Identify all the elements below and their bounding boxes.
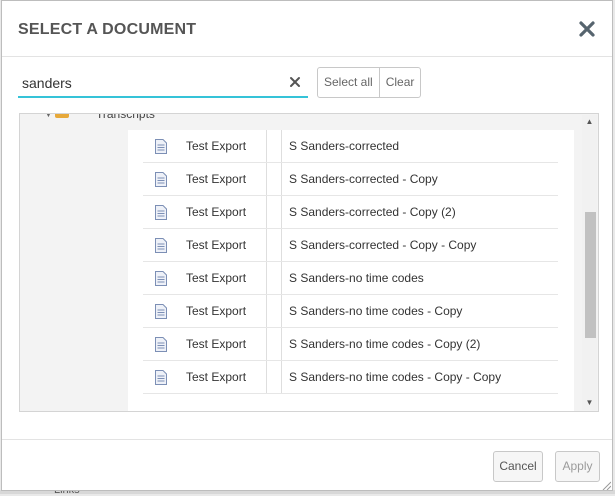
document-name: S Sanders-corrected - Copy	[289, 172, 438, 186]
column-divider	[281, 361, 282, 393]
dialog-title: SELECT A DOCUMENT	[18, 21, 197, 38]
tree-folder-label: Transcripts	[96, 113, 155, 121]
column-divider	[266, 361, 267, 393]
folder-icon	[55, 114, 69, 118]
selection-button-group: Select all Clear	[317, 67, 422, 98]
document-folder: Test Export	[186, 238, 247, 252]
document-icon	[155, 337, 167, 352]
column-divider	[281, 295, 282, 327]
column-divider	[266, 295, 267, 327]
column-divider	[266, 196, 267, 228]
document-list: Test Export S Sanders-corrected Test Expor…	[128, 130, 574, 411]
document-icon	[155, 139, 167, 154]
document-tree: ▼ Transcripts Test Export S Sanders-corre…	[19, 113, 599, 412]
document-icon	[155, 304, 167, 319]
column-divider	[266, 163, 267, 195]
resize-grip-icon[interactable]	[601, 480, 611, 490]
select-all-button[interactable]: Select all	[318, 68, 379, 97]
document-folder: Test Export	[186, 370, 247, 384]
document-folder: Test Export	[186, 205, 247, 219]
document-icon	[155, 370, 167, 385]
close-icon[interactable]	[576, 18, 598, 40]
document-folder: Test Export	[186, 304, 247, 318]
document-name: S Sanders-corrected - Copy (2)	[289, 205, 456, 219]
column-divider	[266, 229, 267, 261]
column-divider	[266, 328, 267, 360]
column-divider	[281, 163, 282, 195]
document-name: S Sanders-no time codes - Copy - Copy	[289, 370, 502, 384]
document-name: S Sanders-no time codes - Copy	[289, 304, 463, 318]
document-row[interactable]: Test Export S Sanders-no time codes - Cop…	[143, 295, 558, 328]
search-input[interactable]	[18, 69, 278, 96]
caret-down-icon[interactable]: ▼	[44, 114, 53, 119]
document-name: S Sanders-corrected	[289, 139, 400, 153]
clear-button[interactable]: Clear	[378, 68, 421, 97]
document-folder: Test Export	[186, 337, 247, 351]
column-divider	[281, 262, 282, 294]
tree-folder-row[interactable]: ▼ Transcripts	[20, 113, 580, 122]
document-row[interactable]: Test Export S Sanders-corrected - Copy	[143, 163, 558, 196]
dialog-header: SELECT A DOCUMENT	[2, 1, 612, 57]
document-row[interactable]: Test Export S Sanders-corrected - Copy - …	[143, 229, 558, 262]
column-divider	[281, 130, 282, 162]
document-row[interactable]: Test Export S Sanders-corrected	[143, 130, 558, 163]
vertical-scrollbar[interactable]: ▲ ▼	[582, 115, 597, 410]
document-name: S Sanders-no time codes	[289, 271, 424, 285]
document-icon	[155, 205, 167, 220]
document-folder: Test Export	[186, 271, 247, 285]
document-row[interactable]: Test Export S Sanders-corrected - Copy (2…	[143, 196, 558, 229]
document-icon	[155, 238, 167, 253]
cancel-button[interactable]: Cancel	[493, 451, 543, 482]
document-folder: Test Export	[186, 172, 247, 186]
document-row[interactable]: Test Export S Sanders-no time codes - Cop…	[143, 328, 558, 361]
document-icon	[155, 271, 167, 286]
column-divider	[281, 196, 282, 228]
column-divider	[281, 328, 282, 360]
document-row[interactable]: Test Export S Sanders-no time codes	[143, 262, 558, 295]
scroll-up-icon[interactable]: ▲	[582, 115, 597, 129]
column-divider	[266, 130, 267, 162]
document-folder: Test Export	[186, 139, 247, 153]
column-divider	[266, 262, 267, 294]
document-row[interactable]: Test Export S Sanders-no time codes - Cop…	[143, 361, 558, 394]
apply-button[interactable]: Apply	[555, 451, 600, 482]
clear-icon[interactable]	[288, 75, 302, 89]
dialog-footer: Cancel Apply	[2, 439, 612, 491]
scroll-down-icon[interactable]: ▼	[582, 396, 597, 410]
select-document-dialog: SELECT A DOCUMENT Select all Clear ▼ Tra…	[1, 0, 613, 491]
document-name: S Sanders-corrected - Copy - Copy	[289, 238, 477, 252]
scrollbar-thumb[interactable]	[585, 212, 596, 338]
document-icon	[155, 172, 167, 187]
document-name: S Sanders-no time codes - Copy (2)	[289, 337, 481, 351]
search-field	[18, 69, 308, 98]
column-divider	[281, 229, 282, 261]
